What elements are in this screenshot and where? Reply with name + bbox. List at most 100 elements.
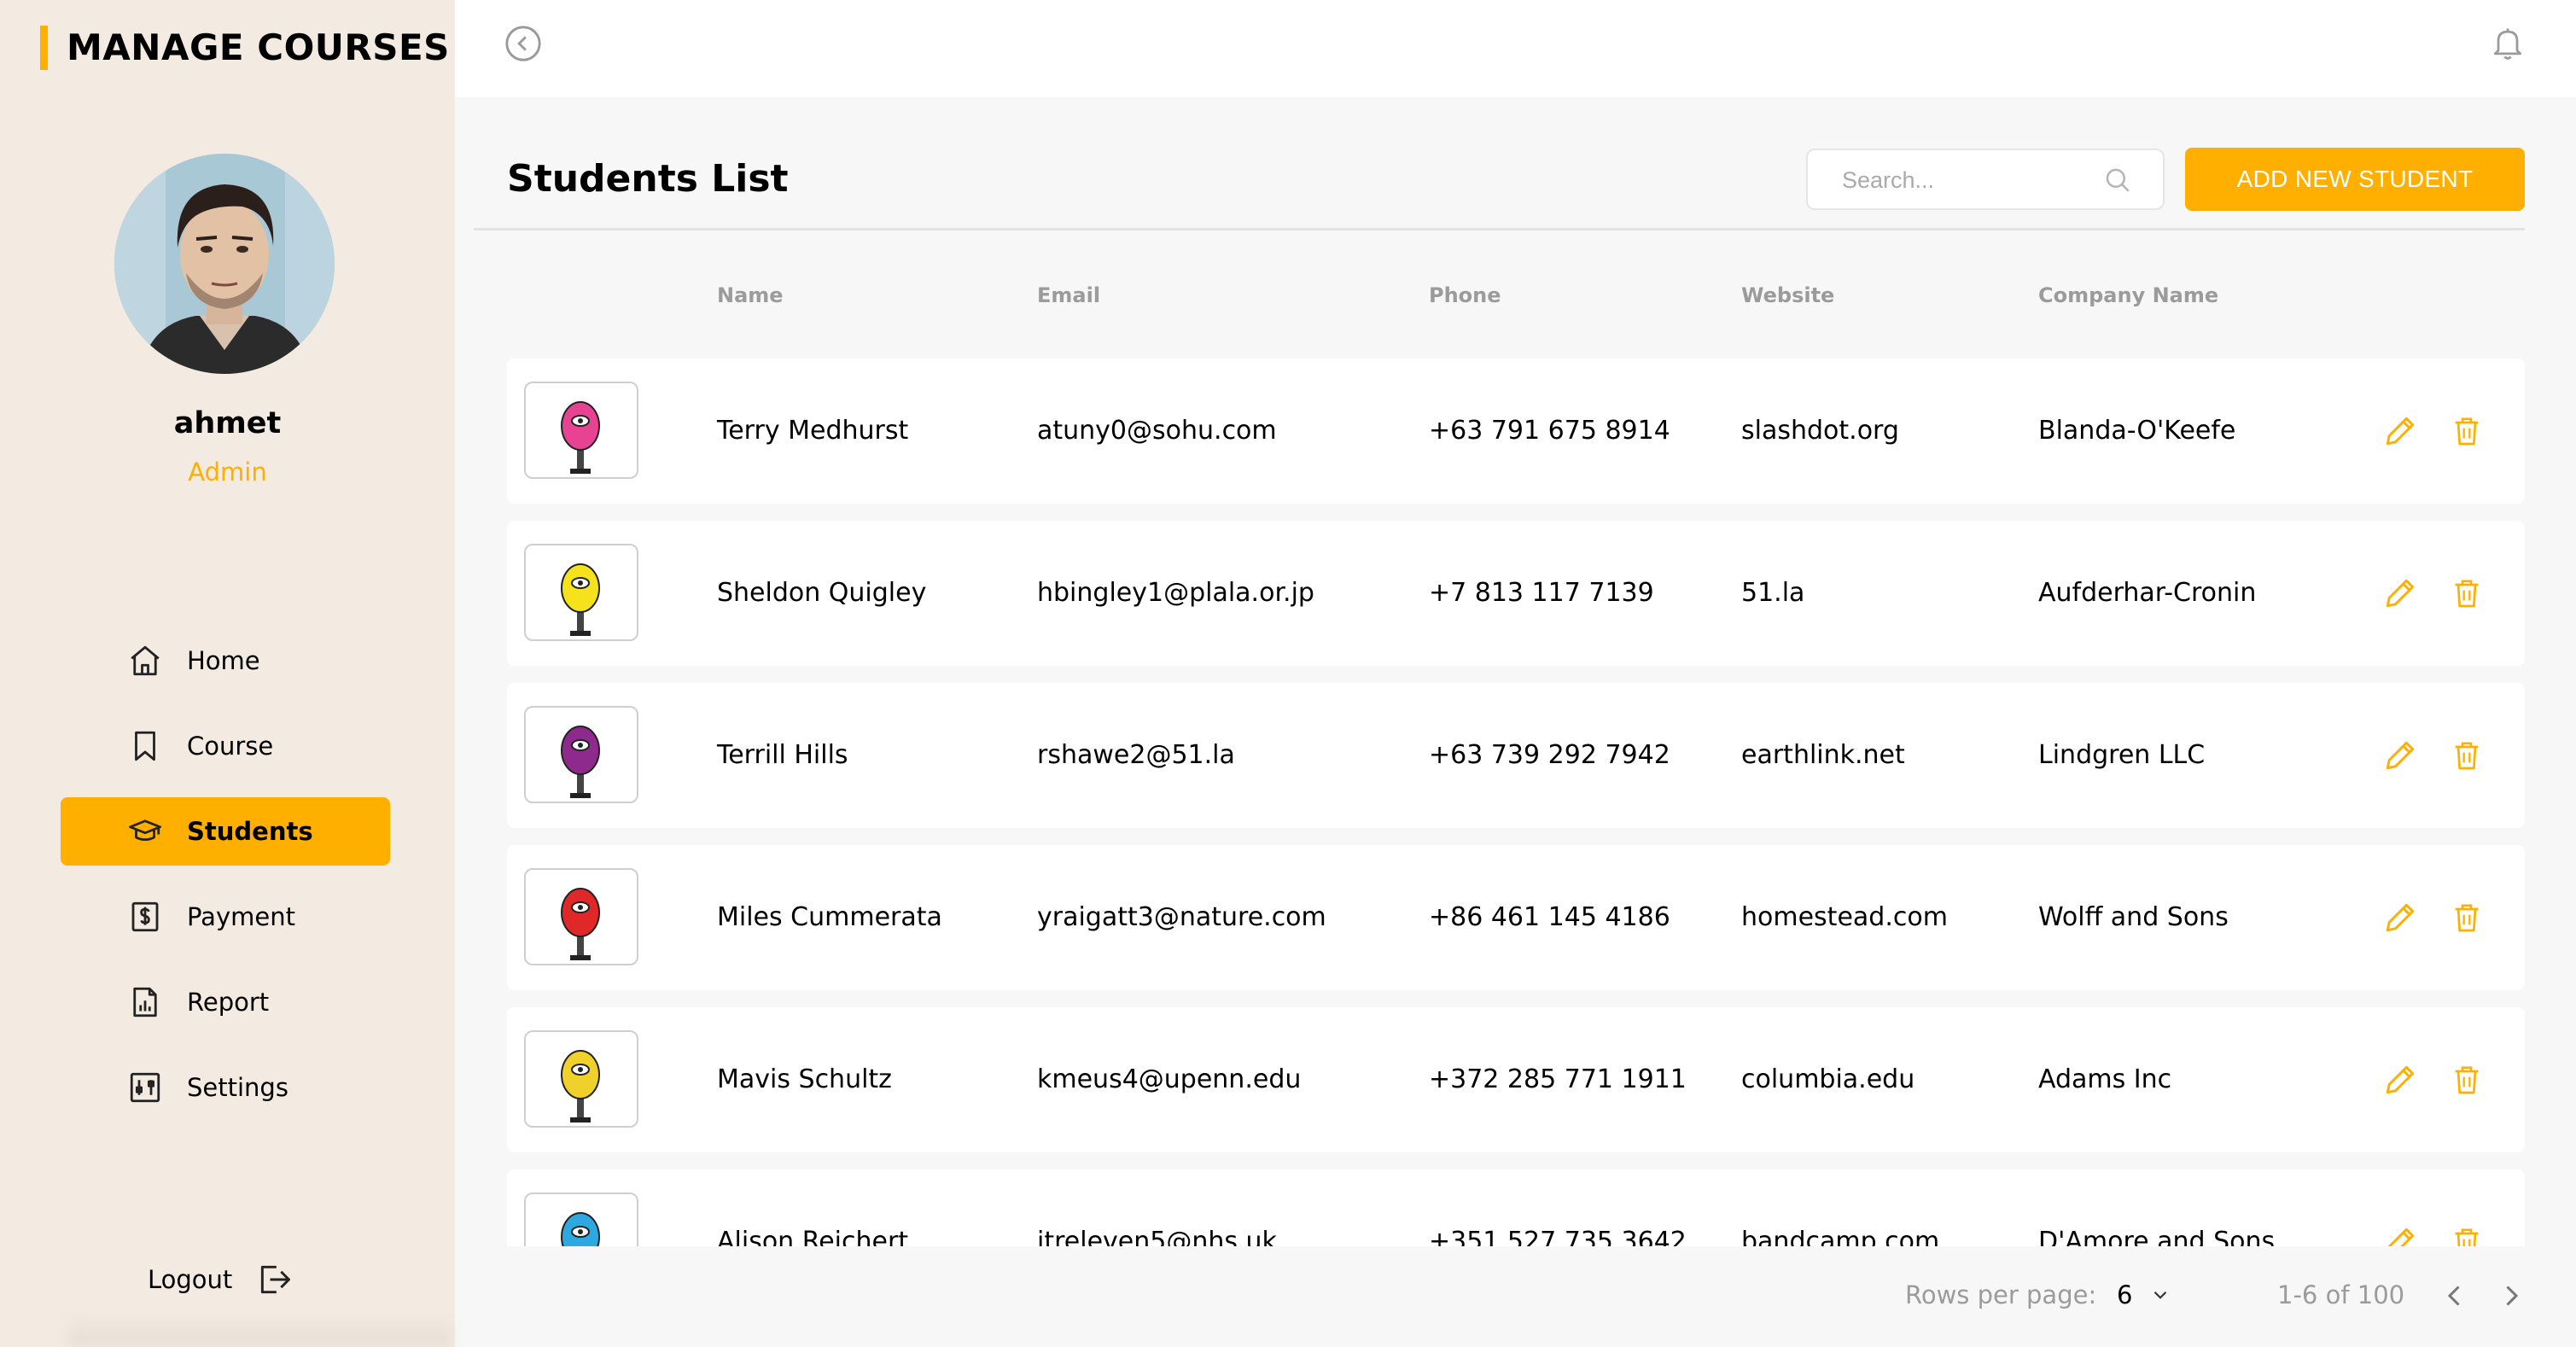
column-header-website[interactable]: Website [1741, 283, 1834, 307]
cell-website: bandcamp.com [1741, 1227, 1940, 1246]
edit-icon[interactable] [2381, 1061, 2419, 1099]
cell-name: Sheldon Quigley [717, 578, 927, 608]
bookmark-icon [125, 726, 165, 766]
dollar-icon [125, 897, 165, 936]
rows-per-page-label: Rows per page: [1905, 1280, 2097, 1309]
logout-label: Logout [148, 1265, 233, 1294]
cell-company: Adams Inc [2038, 1064, 2172, 1094]
logout-icon [261, 1265, 291, 1294]
profile-name: ahmet [173, 406, 282, 440]
sidebar-item-label: Payment [187, 902, 295, 931]
table-row[interactable]: Mavis Schultz kmeus4@upenn.edu +372 285 77… [507, 1007, 2525, 1152]
column-header-company[interactable]: Company Name [2038, 283, 2218, 307]
cell-phone: +351 527 735 3642 [1429, 1227, 1687, 1246]
add-new-student-button[interactable]: ADD NEW STUDENT [2185, 148, 2525, 211]
cell-email: atuny0@sohu.com [1037, 416, 1277, 446]
cell-company: Blanda-O'Keefe [2038, 416, 2236, 446]
cell-company: Lindgren LLC [2038, 740, 2206, 770]
edit-icon[interactable] [2381, 737, 2419, 774]
cell-phone: +372 285 771 1911 [1429, 1064, 1687, 1094]
back-arrow-icon[interactable] [504, 24, 543, 63]
avatar-photo [114, 154, 335, 374]
home-icon [125, 641, 165, 680]
bell-icon[interactable] [2489, 22, 2526, 63]
search-box [1806, 149, 2165, 210]
sidebar-item-label: Course [187, 732, 274, 761]
cell-website: 51.la [1741, 578, 1805, 608]
graduation-cap-icon [125, 812, 165, 851]
cell-email: kmeus4@upenn.edu [1037, 1064, 1302, 1094]
robot-avatar-image [561, 401, 600, 474]
table-row[interactable]: Alison Reichert itreleven5@nhs.uk +351 527… [507, 1169, 2525, 1246]
trash-icon[interactable] [2450, 1061, 2484, 1099]
cell-phone: +86 461 145 4186 [1429, 902, 1670, 932]
chevron-down-icon [2154, 1291, 2167, 1299]
edit-icon[interactable] [2381, 574, 2419, 612]
report-icon [125, 983, 165, 1022]
column-header-name[interactable]: Name [717, 283, 784, 307]
trash-icon[interactable] [2450, 574, 2484, 612]
rows-per-page-value: 6 [2117, 1280, 2133, 1309]
cell-name: Terry Medhurst [717, 416, 909, 446]
cell-website: columbia.edu [1741, 1064, 1915, 1094]
robot-avatar-image [561, 1212, 600, 1246]
column-header-phone[interactable]: Phone [1429, 283, 1501, 307]
student-avatar [524, 706, 638, 803]
cell-website: homestead.com [1741, 902, 1948, 932]
robot-avatar-image [561, 888, 600, 960]
profile-role: Admin [188, 458, 267, 487]
cell-company: D'Amore and Sons [2038, 1227, 2276, 1246]
cell-email: yraigatt3@nature.com [1037, 902, 1326, 932]
trash-icon[interactable] [2450, 899, 2484, 936]
cell-email: hbingley1@plala.or.jp [1037, 578, 1314, 608]
robot-avatar-image [561, 563, 600, 636]
edit-icon[interactable] [2381, 899, 2419, 936]
cell-email: itreleven5@nhs.uk [1037, 1227, 1277, 1246]
table-row[interactable]: Terry Medhurst atuny0@sohu.com +63 791 675… [507, 359, 2525, 504]
robot-avatar-image [561, 726, 600, 798]
sidebar-item-home[interactable]: Home [61, 627, 390, 695]
trash-icon[interactable] [2450, 412, 2484, 450]
student-avatar [524, 1030, 638, 1128]
sidebar-item-label: Settings [187, 1073, 288, 1102]
logout-button[interactable]: Logout [148, 1258, 294, 1301]
cell-name: Mavis Schultz [717, 1064, 892, 1094]
search-icon[interactable] [2103, 166, 2132, 195]
sidebar-footer-shadow [68, 1315, 452, 1347]
sidebar-item-label: Students [187, 817, 313, 846]
sidebar-item-payment[interactable]: Payment [61, 883, 390, 951]
edit-icon[interactable] [2381, 1223, 2419, 1246]
cell-name: Terrill Hills [717, 740, 848, 770]
header-divider [474, 228, 2525, 230]
chevron-right-icon[interactable] [2496, 1280, 2526, 1311]
cell-phone: +63 739 292 7942 [1429, 740, 1670, 770]
student-avatar [524, 1192, 638, 1246]
students-table[interactable]: Terry Medhurst atuny0@sohu.com +63 791 675… [507, 359, 2525, 1246]
sidebar-item-students[interactable]: Students [61, 797, 390, 866]
sidebar-item-course[interactable]: Course [61, 712, 390, 780]
sidebar: MANAGE COURSES ahmet Admin Home Course S… [0, 0, 455, 1347]
cell-company: Wolff and Sons [2038, 902, 2229, 932]
avatar [114, 154, 335, 374]
table-row[interactable]: Terrill Hills rshawe2@51.la +63 739 292 79… [507, 683, 2525, 828]
sidebar-item-label: Home [187, 646, 260, 675]
student-avatar [524, 868, 638, 965]
table-row[interactable]: Miles Cummerata yraigatt3@nature.com +86 4… [507, 845, 2525, 990]
page-title: Students List [507, 157, 789, 201]
cell-phone: +7 813 117 7139 [1429, 578, 1654, 608]
trash-icon[interactable] [2450, 1223, 2484, 1246]
trash-icon[interactable] [2450, 737, 2484, 774]
chevron-left-icon[interactable] [2439, 1280, 2470, 1311]
search-input[interactable] [1808, 150, 2125, 210]
rows-per-page-select[interactable]: 6 [2117, 1280, 2171, 1309]
table-row[interactable]: Sheldon Quigley hbingley1@plala.or.jp +7 8… [507, 521, 2525, 666]
robot-avatar-image [561, 1050, 600, 1122]
sidebar-item-settings[interactable]: Settings [61, 1053, 390, 1122]
edit-icon[interactable] [2381, 412, 2419, 450]
sidebar-item-report[interactable]: Report [61, 968, 390, 1036]
cell-name: Miles Cummerata [717, 902, 942, 932]
column-header-email[interactable]: Email [1037, 283, 1100, 307]
student-avatar [524, 382, 638, 479]
cell-phone: +63 791 675 8914 [1429, 416, 1670, 446]
pagination-range: 1-6 of 100 [2277, 1280, 2405, 1309]
